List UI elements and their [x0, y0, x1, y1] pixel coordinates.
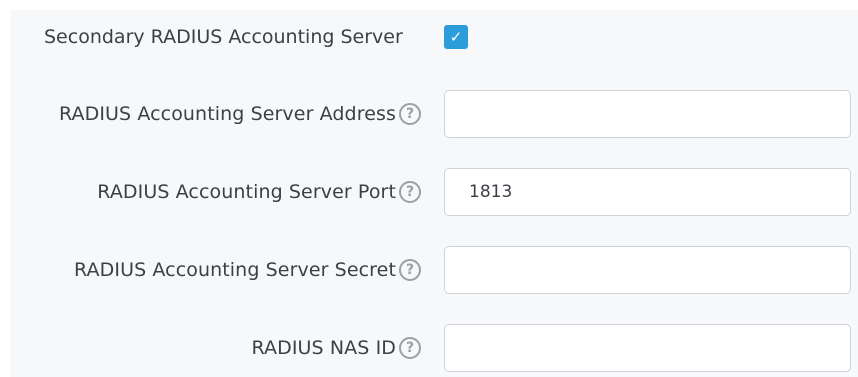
secondary-server-row: Secondary RADIUS Accounting Server ✓: [10, 17, 858, 57]
server-address-input[interactable]: [444, 90, 851, 138]
help-icon[interactable]: ?: [399, 259, 421, 281]
nas-id-label: RADIUS NAS ID: [251, 337, 396, 359]
server-secret-row: RADIUS Accounting Server Secret ?: [10, 245, 858, 295]
help-icon[interactable]: ?: [399, 103, 421, 125]
nas-id-input[interactable]: [444, 324, 851, 372]
nas-id-row: RADIUS NAS ID ?: [10, 323, 858, 373]
settings-panel: Secondary RADIUS Accounting Server ✓ RAD…: [10, 10, 858, 377]
secondary-server-label: Secondary RADIUS Accounting Server: [44, 26, 403, 48]
server-port-input[interactable]: [444, 168, 851, 216]
server-address-label: RADIUS Accounting Server Address: [58, 103, 396, 125]
server-port-label: RADIUS Accounting Server Port: [97, 181, 396, 203]
server-address-row: RADIUS Accounting Server Address ?: [10, 89, 858, 139]
secondary-server-checkbox[interactable]: ✓: [444, 25, 468, 49]
server-secret-input[interactable]: [444, 246, 851, 294]
checkmark-icon: ✓: [449, 28, 463, 46]
server-port-row: RADIUS Accounting Server Port ?: [10, 167, 858, 217]
help-icon[interactable]: ?: [399, 181, 421, 203]
server-secret-label: RADIUS Accounting Server Secret: [74, 259, 396, 281]
help-icon[interactable]: ?: [399, 337, 421, 359]
